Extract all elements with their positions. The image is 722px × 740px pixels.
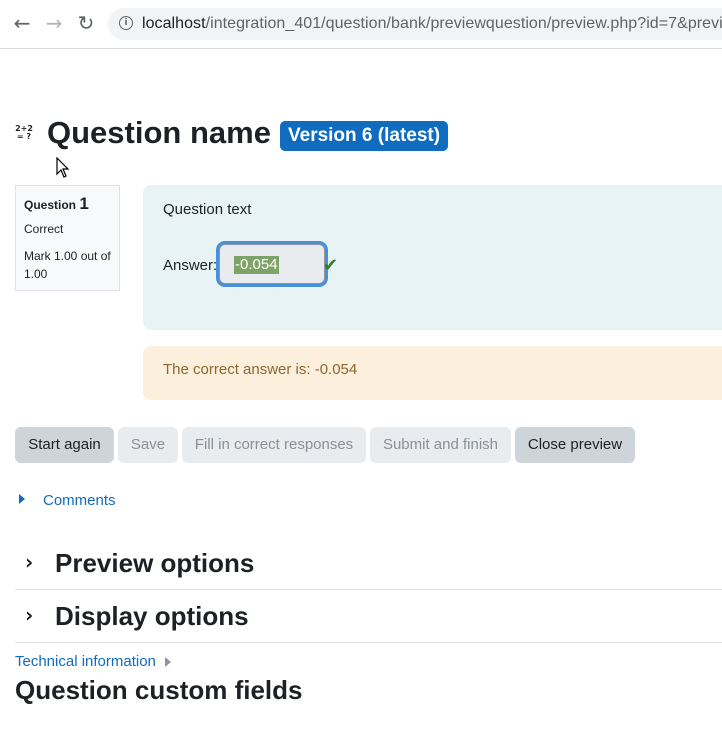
question-state: Correct: [24, 222, 64, 236]
question-grade: Mark 1.00 out of 1.00: [24, 249, 111, 281]
question-number-label: Question: [24, 198, 77, 212]
forward-arrow-icon[interactable]: →: [41, 10, 67, 36]
answer-label: Answer:: [163, 257, 218, 274]
display-options-title: Display options: [55, 601, 249, 631]
browser-toolbar: ← → ↻ i localhost/integration_401/questi…: [0, 0, 722, 49]
version-badge: Version 6 (latest): [280, 121, 449, 151]
preview-options-title: Preview options: [55, 548, 255, 578]
answer-value: -0.054: [234, 256, 279, 274]
custom-fields-heading: Question custom fields: [15, 675, 303, 705]
right-answer-text: The correct answer is: -0.054: [163, 361, 358, 378]
preview-options-toggle[interactable]: › Preview options: [15, 536, 722, 588]
url-text[interactable]: localhost/integration_401/question/bank/…: [142, 15, 722, 33]
mouse-cursor-icon: [56, 157, 70, 178]
back-arrow-icon[interactable]: ←: [9, 10, 35, 36]
info-icon[interactable]: i: [119, 16, 133, 30]
question-number: Question 1: [24, 194, 111, 214]
question-type-icon-bottom: = ?: [16, 132, 32, 141]
question-type-icon: 2+2 = ?: [15, 125, 33, 143]
feedback-box: The correct answer is: -0.054: [143, 346, 722, 400]
save-button[interactable]: Save: [118, 427, 178, 463]
technical-information-link[interactable]: Technical information: [15, 653, 156, 670]
page-title: Question name: [47, 115, 271, 150]
comments-link[interactable]: Comments: [43, 492, 116, 509]
url-path: /integration_401/question/bank/previewqu…: [205, 15, 722, 32]
technical-info-chevron-icon[interactable]: [165, 657, 171, 667]
url-host: localhost: [142, 15, 206, 32]
display-options-toggle[interactable]: › Display options: [15, 589, 722, 641]
question-formulation: Question text Answer: -0.054 ✔: [143, 185, 722, 330]
question-text: Question text: [163, 201, 252, 218]
address-bar[interactable]: i localhost/integration_401/question/ban…: [108, 8, 722, 40]
question-number-value: 1: [79, 194, 89, 213]
reload-icon[interactable]: ↻: [73, 10, 99, 36]
close-preview-button[interactable]: Close preview: [515, 427, 635, 463]
question-info: Question 1 Correct Mark 1.00 out of 1.00: [15, 185, 120, 291]
divider: [15, 642, 722, 643]
fill-correct-responses-button[interactable]: Fill in correct responses: [182, 427, 366, 463]
correct-check-icon: ✔: [323, 255, 339, 276]
chevron-right-icon: ›: [25, 550, 34, 574]
chevron-right-icon: ›: [25, 603, 34, 627]
answer-input[interactable]: -0.054: [219, 244, 325, 284]
comments-chevron-icon[interactable]: [19, 494, 25, 504]
start-again-button[interactable]: Start again: [15, 427, 114, 463]
submit-and-finish-button[interactable]: Submit and finish: [370, 427, 511, 463]
